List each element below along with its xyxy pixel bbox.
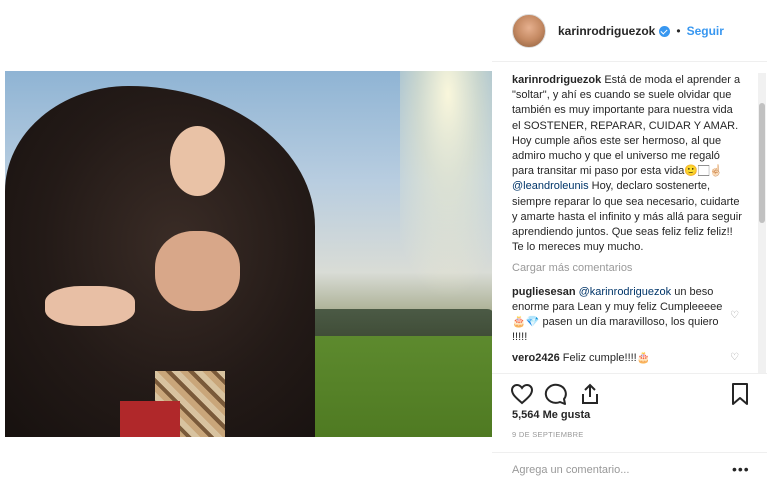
post-photo[interactable] (5, 71, 492, 437)
load-more-comments-button[interactable]: Cargar más comentarios (512, 261, 744, 276)
comment-icon[interactable] (544, 382, 568, 406)
follow-button[interactable]: Seguir (687, 24, 724, 38)
comment-item: pugliesesan @karinrodriguezok un beso en… (512, 285, 744, 346)
comment-item: vero2426 Feliz cumple!!!!🎂 ♡ (512, 351, 744, 366)
sunlight (400, 71, 492, 301)
woman-face (170, 126, 225, 196)
post-date: 9 DE SEPTIEMBRE (512, 430, 584, 439)
comment-username[interactable]: vero2426 (512, 352, 560, 364)
post-header: karinrodriguezok • Seguir (492, 0, 767, 62)
comments-scrollbar[interactable] (758, 73, 766, 373)
scrollbar-thumb[interactable] (759, 103, 765, 223)
caption-username[interactable]: karinrodriguezok (512, 74, 601, 86)
likes-count[interactable]: 5,564 Me gusta (512, 409, 590, 421)
red-garment (120, 401, 180, 437)
comment-text: Feliz cumple!!!!🎂 (559, 352, 651, 365)
comments-section: karinrodriguezok Está de moda el aprende… (512, 73, 744, 373)
comment-mention[interactable]: @karinrodriguezok (579, 286, 672, 298)
hand (45, 286, 135, 326)
header-username[interactable]: karinrodriguezok (558, 24, 655, 38)
heart-icon[interactable] (510, 382, 534, 406)
instagram-post-frame: karinrodriguezok • Seguir karinrodriguez… (0, 0, 767, 493)
comment-input[interactable]: Agrega un comentario... (512, 464, 629, 476)
share-icon[interactable] (578, 382, 602, 406)
caption: karinrodriguezok Está de moda el aprende… (512, 73, 744, 255)
man-face (155, 231, 240, 311)
verified-badge-icon (659, 26, 671, 37)
caption-mention[interactable]: @leandroleunis (512, 180, 589, 192)
comment-like-heart-icon[interactable]: ♡ (730, 310, 740, 321)
add-comment-bar: Agrega un comentario... ••• (492, 452, 767, 488)
comment-like-heart-icon[interactable]: ♡ (730, 353, 740, 363)
action-bar (492, 373, 767, 409)
caption-emoji: 🙂🏻☝🏻 (684, 165, 723, 178)
caption-text: Está de moda el aprender a "soltar", y a… (512, 74, 741, 178)
header-separator: • (676, 23, 681, 38)
bookmark-icon[interactable] (728, 382, 752, 406)
comment-username[interactable]: pugliesesan (512, 286, 576, 298)
more-options-button[interactable]: ••• (732, 461, 750, 477)
avatar[interactable] (512, 13, 546, 48)
